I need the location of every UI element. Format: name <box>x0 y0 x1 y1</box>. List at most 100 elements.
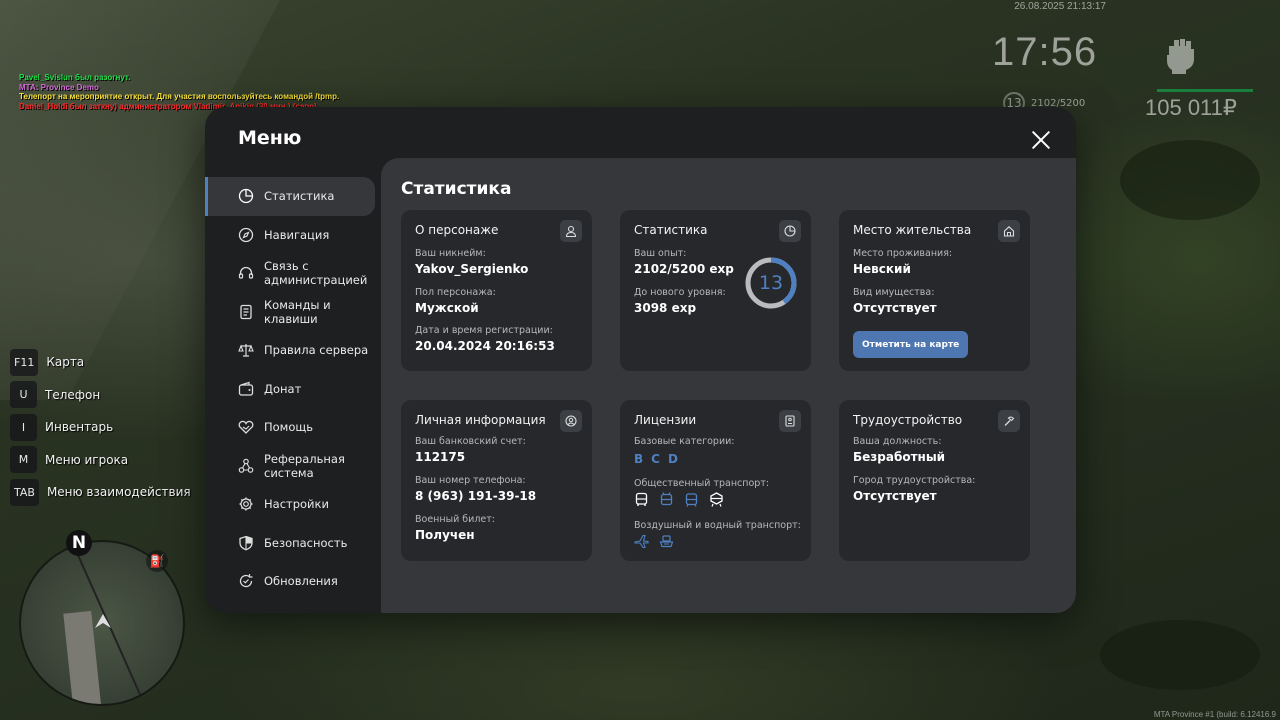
sidebar-item-admin-contact[interactable]: Связь с администрацией <box>205 254 375 293</box>
sidebar-item-rules[interactable]: Правила сервера <box>205 331 375 370</box>
bank-account-value: 112175 <box>415 450 466 464</box>
user-icon <box>560 220 582 242</box>
sidebar-item-label: Статистика <box>264 189 335 204</box>
public-transport-icons <box>634 492 724 507</box>
wallet-icon <box>238 381 254 396</box>
nickname-value: Yakov_Sergienko <box>415 262 529 276</box>
hotkey-label: Карта <box>46 355 85 370</box>
phone-value: 8 (963) 191-39-18 <box>415 489 537 503</box>
sidebar-item-security[interactable]: Безопасность <box>205 524 375 563</box>
sidebar-item-donate[interactable]: Донат <box>205 370 375 409</box>
document-icon <box>240 304 252 319</box>
card-title: О персонаже <box>415 223 499 237</box>
card-employment: Трудоустройство Ваша должность: Безработ… <box>839 400 1030 561</box>
exp-value: 2102/5200 exp <box>634 262 734 276</box>
page-title: Статистика <box>401 179 512 199</box>
field-label: Ваш опыт: <box>634 248 687 259</box>
tram-icon <box>685 493 698 507</box>
sidebar-item-label: Реферальная система <box>264 451 345 480</box>
next-level-value: 3098 exp <box>634 301 697 315</box>
field-label: Общественный транспорт: <box>634 478 770 489</box>
license-icon <box>779 410 801 432</box>
sidebar-item-label: Донат <box>264 381 302 396</box>
field-label: До нового уровня: <box>634 287 726 298</box>
sidebar-item-label: Помощь <box>264 420 314 435</box>
card-residence: Место жительства Место проживания: Невск… <box>839 210 1030 371</box>
card-personal-info: Личная информация Ваш банковский счет: 1… <box>401 400 592 561</box>
train-icon <box>710 492 723 507</box>
hotkey-label: Меню игрока <box>45 452 129 467</box>
trolleybus-icon <box>660 492 673 506</box>
hotkey-label: Инвентарь <box>45 420 114 435</box>
hud-datetime: 26.08.2025 21:13:17 <box>1014 1 1106 12</box>
menu-sidebar: Статистика Навигация Связь с администрац… <box>205 177 381 601</box>
card-licenses: Лицензии Базовые категории: B C D Общест… <box>620 400 811 561</box>
fuel-pump-icon: ⛽ <box>146 550 168 572</box>
player-menu-window: Меню Статистика Навигация Связь с админи… <box>205 107 1076 613</box>
sidebar-item-label: Навигация <box>264 227 330 242</box>
update-icon <box>239 574 253 588</box>
sidebar-item-label: Обновления <box>264 574 338 589</box>
headset-icon <box>238 267 254 279</box>
hotkey-inventory[interactable]: I Инвентарь <box>10 411 191 444</box>
gender-value: Мужской <box>415 301 479 315</box>
sidebar-item-settings[interactable]: Настройки <box>205 485 375 524</box>
field-label: Базовые категории: <box>634 436 735 447</box>
hotkey-phone[interactable]: U Телефон <box>10 379 191 412</box>
sidebar-item-help[interactable]: Помощь <box>205 408 375 447</box>
sidebar-item-label: Настройки <box>264 497 329 512</box>
grass-patch <box>1120 140 1260 220</box>
sidebar-item-navigation[interactable]: Навигация <box>205 216 375 255</box>
chat-line: Pavel_Svislun был разогнут. <box>19 73 131 82</box>
field-label: Вид имущества: <box>853 287 935 298</box>
build-info: MTA Province #1 (build: 6.12416.9 <box>1153 710 1276 719</box>
card-title: Трудоустройство <box>853 413 963 427</box>
stats-content: Статистика О персонаже Ваш никнейм: Yako… <box>381 158 1076 613</box>
chat-box: Pavel_Svislun был разогнут. MTA: Provinc… <box>19 73 339 111</box>
bus-icon <box>635 492 648 506</box>
menu-title: Меню <box>238 127 302 149</box>
sidebar-item-referral[interactable]: Реферальная система <box>205 447 375 486</box>
close-icon[interactable] <box>1030 129 1052 151</box>
license-category: C <box>651 452 660 466</box>
sidebar-item-stats[interactable]: Статистика <box>205 177 375 216</box>
hotkey-map[interactable]: F11 Карта <box>10 346 191 379</box>
health-bar <box>1157 89 1253 92</box>
hotkey-list: F11 Карта U Телефон I Инвентарь M Меню и… <box>10 346 191 509</box>
job-city-value: Отсутствует <box>853 489 937 503</box>
grass-patch <box>1100 620 1260 690</box>
property-value: Отсутствует <box>853 301 937 315</box>
card-title: Лицензии <box>634 413 697 427</box>
chat-line: MTA: Province Demo <box>19 82 99 92</box>
handshake-icon <box>238 421 254 435</box>
sidebar-item-label: Правила сервера <box>264 343 369 358</box>
card-title: Место жительства <box>853 223 972 237</box>
field-label: Воздушный и водный транспорт: <box>634 520 801 531</box>
hammer-icon <box>998 410 1020 432</box>
hotkey-player-menu[interactable]: M Меню игрока <box>10 444 191 477</box>
shield-icon <box>239 535 253 551</box>
card-title: Личная информация <box>415 413 546 427</box>
stats-icon <box>238 189 254 204</box>
mark-on-map-button[interactable]: Отметить на карте <box>853 331 969 358</box>
field-label: Ваш никнейм: <box>415 248 486 259</box>
card-stats: Статистика Ваш опыт: 2102/5200 exp До но… <box>620 210 811 371</box>
stats-icon <box>779 220 801 242</box>
field-label: Город трудоустройства: <box>853 475 976 486</box>
sidebar-item-commands[interactable]: Команды и клавиши <box>205 293 375 332</box>
hotkey-key: U <box>10 381 37 409</box>
registration-value: 20.04.2024 20:16:53 <box>415 339 555 353</box>
position-value: Безработный <box>853 450 946 464</box>
field-label: Место проживания: <box>853 248 953 259</box>
network-icon <box>238 458 254 473</box>
hotkey-interaction-menu[interactable]: TAB Меню взаимодействия <box>10 476 191 509</box>
hotkey-key: M <box>10 446 37 474</box>
field-label: Ваша должность: <box>853 436 942 447</box>
hud-money: 105 011₽ <box>1145 95 1237 120</box>
minimap-north: N <box>66 530 92 556</box>
home-icon <box>998 220 1020 242</box>
license-categories: B C D <box>634 452 678 466</box>
user-circle-icon <box>560 410 582 432</box>
hotkey-key: TAB <box>10 478 39 506</box>
sidebar-item-updates[interactable]: Обновления <box>205 562 375 601</box>
